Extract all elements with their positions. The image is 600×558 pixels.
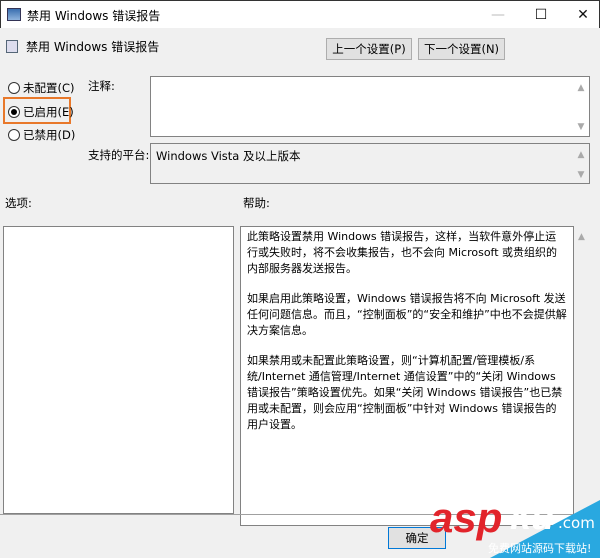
help-panel: 此策略设置禁用 Windows 错误报告，这样，当软件意外停止运行或失败时，将不…: [240, 226, 574, 526]
comment-label: 注释:: [88, 79, 115, 93]
platform-value: Windows Vista 及以上版本: [156, 149, 301, 163]
help-paragraph: 此策略设置禁用 Windows 错误报告，这样，当软件意外停止运行或失败时，将不…: [247, 230, 558, 275]
scroll-down-icon[interactable]: ▼: [575, 122, 587, 132]
setting-icon: [6, 40, 18, 53]
scroll-up-icon[interactable]: ▲: [575, 83, 587, 93]
platform-field: Windows Vista 及以上版本 ▲ ▼: [150, 143, 590, 184]
next-setting-button[interactable]: 下一个设置(N): [418, 38, 505, 60]
watermark-logo: asp ku .com 免费网站源码下载站!: [430, 500, 600, 558]
help-paragraph: 如果启用此策略设置，Windows 错误报告将不向 Microsoft 发送任何…: [247, 292, 567, 337]
radio-label: 未配置(C): [23, 81, 75, 95]
prev-setting-button[interactable]: 上一个设置(P): [326, 38, 412, 60]
radio-not-configured[interactable]: 未配置(C): [8, 80, 75, 96]
scroll-down-icon[interactable]: ▼: [575, 170, 587, 180]
platform-label: 支持的平台:: [88, 148, 150, 162]
close-button[interactable]: ✕: [568, 4, 598, 26]
minimize-button[interactable]: —: [483, 4, 513, 26]
maximize-button[interactable]: ☐: [526, 4, 556, 26]
help-paragraph: 如果禁用或未配置此策略设置，则“计算机配置/管理模板/系统/Internet 通…: [247, 354, 563, 431]
options-label: 选项:: [5, 196, 32, 210]
comment-textarea[interactable]: ▲ ▼: [150, 76, 590, 137]
window-title: 禁用 Windows 错误报告: [27, 9, 161, 23]
help-label: 帮助:: [243, 196, 270, 210]
scroll-up-icon[interactable]: ▲: [575, 150, 587, 160]
radio-label: 已禁用(D): [23, 128, 76, 142]
help-scroll-up-icon[interactable]: ▲: [578, 232, 585, 242]
options-panel: [3, 226, 234, 514]
policy-app-icon: [7, 8, 21, 21]
radio-label: 已启用(E): [23, 105, 74, 119]
title-bar: 禁用 Windows 错误报告 — ☐ ✕: [0, 0, 600, 28]
setting-title: 禁用 Windows 错误报告: [26, 40, 160, 54]
radio-enabled[interactable]: 已启用(E): [8, 104, 74, 120]
radio-disabled[interactable]: 已禁用(D): [8, 127, 75, 143]
